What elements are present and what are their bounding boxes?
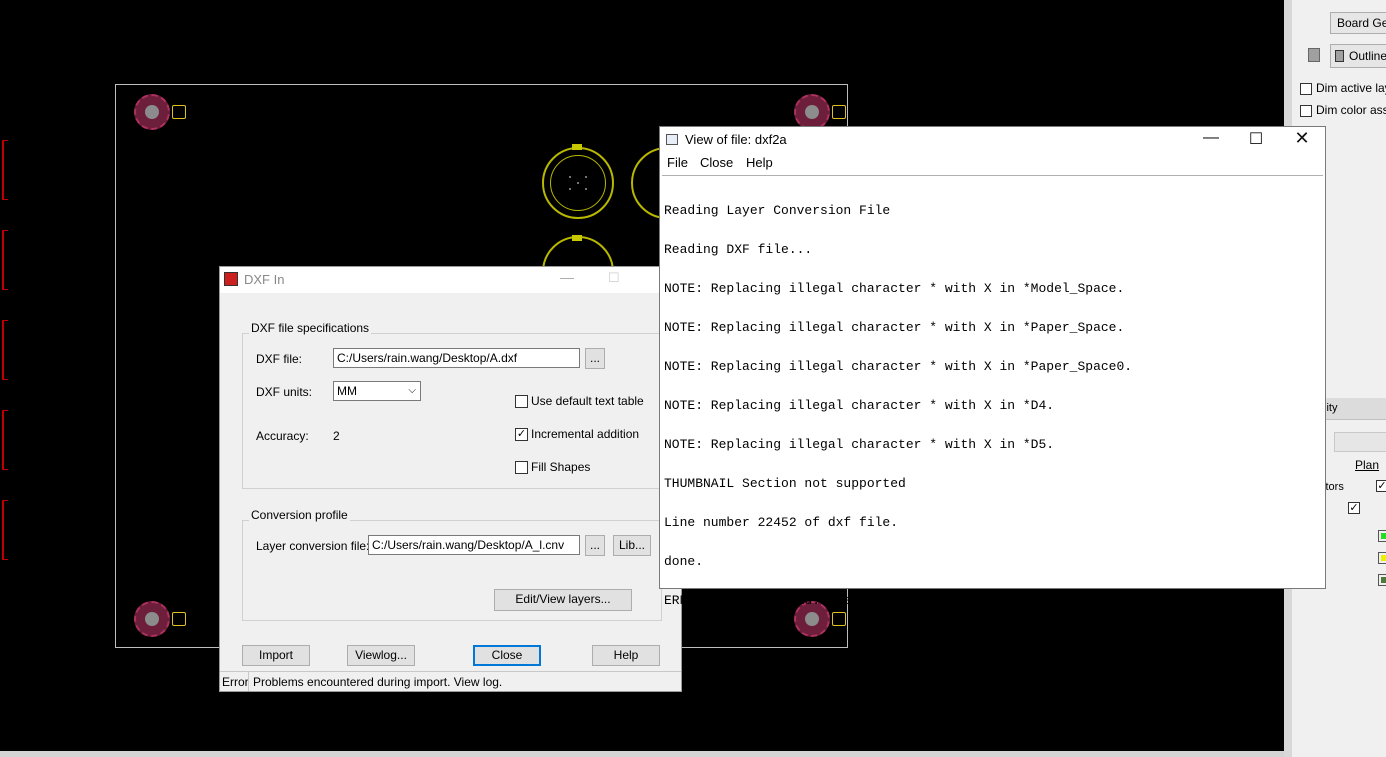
conversion-profile-label: Conversion profile (249, 508, 350, 522)
pad-marker (172, 105, 186, 119)
minimize-icon[interactable]: — (1196, 129, 1226, 147)
chevron-down-icon: ⌵ (408, 385, 416, 396)
pin-dot (569, 188, 571, 190)
incremental-addition-checkbox[interactable]: ✓ (515, 428, 528, 441)
help-button[interactable]: Help (592, 645, 660, 666)
log-line: NOTE: Replacing illegal character * with… (664, 281, 1125, 296)
menu-close[interactable]: Close (700, 155, 733, 170)
dxf-file-browse-button[interactable]: ... (585, 348, 605, 369)
dxf-file-input[interactable]: C:/Users/rain.wang/Desktop/A.dxf (333, 348, 580, 368)
close-button[interactable]: Close (473, 645, 541, 666)
layer-conversion-input[interactable]: C:/Users/rain.wang/Desktop/A_l.cnv (368, 535, 580, 555)
layer-color-swatch[interactable] (1308, 48, 1320, 62)
incremental-addition-label: Incremental addition (531, 427, 640, 441)
section-input[interactable] (1334, 432, 1386, 452)
connector-tab (572, 144, 582, 150)
minimize-icon[interactable]: — (560, 269, 574, 285)
app-icon (224, 272, 238, 286)
pin-dot (585, 188, 587, 190)
edge-marker (2, 320, 8, 380)
fill-shapes-label: Fill Shapes (531, 460, 591, 474)
lib-button[interactable]: Lib... (613, 535, 651, 556)
log-line: Line number 22452 of dxf file. (664, 515, 899, 530)
option-checkbox[interactable]: ✓ (1348, 502, 1360, 514)
dim-color-assign-label: Dim color assig (1316, 103, 1386, 117)
edge-marker (2, 230, 8, 290)
dim-color-assign-checkbox[interactable] (1300, 105, 1312, 117)
log-line: ERROR: No data read. Terminating program… (664, 593, 992, 608)
log-line: NOTE: Replacing illegal character * with… (664, 437, 1055, 452)
log-line: NOTE: Replacing illegal character * with… (664, 320, 1125, 335)
accuracy-label: Accuracy: (256, 429, 309, 443)
section-header-label: lity (1324, 402, 1338, 414)
log-line: NOTE: Replacing illegal character * with… (664, 398, 1055, 413)
fill-shapes-checkbox[interactable] (515, 461, 528, 474)
file-spec-group-label: DXF file specifications (249, 321, 372, 335)
edit-view-layers-button[interactable]: Edit/View layers... (494, 589, 632, 611)
layer-swatch-darkgreen[interactable] (1378, 574, 1386, 586)
menu-help[interactable]: Help (746, 155, 773, 170)
dxf-units-value: MM (337, 384, 357, 398)
close-icon[interactable]: ✕ (1287, 128, 1317, 149)
plan-link[interactable]: Plan (1355, 458, 1379, 472)
connectors-checkbox[interactable]: ✓ (1376, 480, 1386, 492)
dxf-title: DXF In (244, 272, 285, 287)
view-title: View of file: dxf2a (685, 132, 787, 147)
view-log-window: View of file: dxf2a — ☐ ✕ File Close Hel… (659, 126, 1326, 607)
log-line: THUMBNAIL Section not supported (664, 476, 906, 491)
edge-marker (2, 410, 8, 470)
pin-dot (577, 182, 579, 184)
accuracy-value: 2 (333, 429, 340, 443)
status-bar: Error Problems encountered during import… (220, 671, 681, 691)
window-icon (666, 134, 678, 145)
menu-file[interactable]: File (667, 155, 688, 170)
mounting-pad (794, 94, 830, 130)
view-menubar: File Close Help (660, 154, 1325, 174)
mounting-pad (134, 601, 170, 637)
dim-active-layer-checkbox[interactable] (1300, 83, 1312, 95)
status-kind: Error (222, 675, 249, 689)
dim-active-layer-label: Dim active laye (1316, 81, 1386, 95)
use-default-text-table-checkbox[interactable] (515, 395, 528, 408)
outline-dropdown[interactable]: Outline (1330, 44, 1386, 68)
log-line: Reading DXF file... (664, 242, 813, 257)
use-default-text-table-label: Use default text table (531, 394, 644, 408)
layer-conversion-label: Layer conversion file: (256, 539, 370, 553)
pad-marker (832, 105, 846, 119)
layer-swatch-green[interactable] (1378, 530, 1386, 542)
status-divider (248, 672, 249, 691)
dxf-file-label: DXF file: (256, 352, 303, 366)
import-button[interactable]: Import (242, 645, 310, 666)
maximize-icon[interactable]: ☐ (1241, 129, 1271, 149)
mounting-pad (134, 94, 170, 130)
board-geometry-button[interactable]: Board Geor (1330, 12, 1386, 34)
dxf-units-label: DXF units: (256, 385, 313, 399)
layer-swatch-yellow[interactable] (1378, 552, 1386, 564)
log-text-area[interactable]: Reading Layer Conversion File Reading DX… (662, 175, 1323, 607)
pin-dot (569, 176, 571, 178)
pad-marker (172, 612, 186, 626)
dxf-in-dialog: DXF In — ☐ DXF file specifications DXF f… (219, 266, 682, 692)
outline-label: Outline (1349, 49, 1386, 63)
view-titlebar[interactable]: View of file: dxf2a — ☐ ✕ (660, 127, 1325, 154)
log-line: done. (664, 554, 704, 569)
log-line: Reading Layer Conversion File (664, 203, 891, 218)
log-line: NOTE: Replacing illegal character * with… (664, 359, 1133, 374)
dxf-units-select[interactable]: MM ⌵ (333, 381, 421, 401)
pin-dot (585, 176, 587, 178)
layer-conversion-browse-button[interactable]: ... (585, 535, 605, 556)
connector-tab (572, 235, 582, 241)
status-message: Problems encountered during import. View… (253, 675, 503, 689)
outline-color-icon (1335, 50, 1344, 62)
viewlog-button[interactable]: Viewlog... (347, 645, 415, 666)
edge-marker (2, 500, 8, 560)
canvas-bottom-strip (0, 751, 1290, 757)
edge-marker (2, 140, 8, 200)
dxf-titlebar[interactable]: DXF In — ☐ (220, 267, 681, 293)
maximize-icon[interactable]: ☐ (608, 270, 620, 286)
